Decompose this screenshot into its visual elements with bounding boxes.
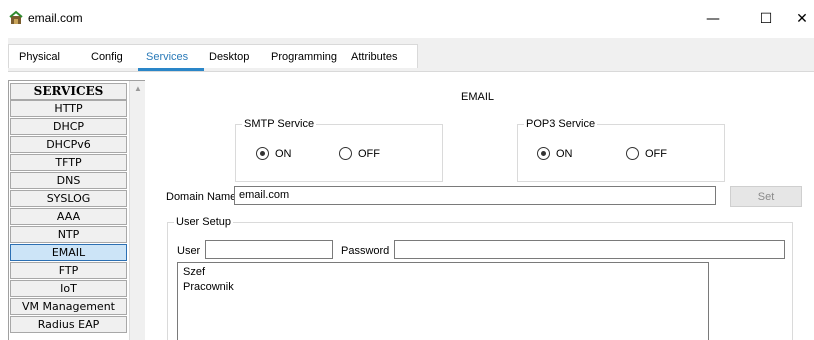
service-item-dhcpv6[interactable]: DHCPv6 (10, 136, 127, 153)
pop3-on-radio[interactable]: ON (537, 147, 573, 160)
minimize-button[interactable]: — (690, 0, 736, 38)
smtp-on-label: ON (275, 147, 292, 160)
service-item-iot[interactable]: IoT (10, 280, 127, 297)
service-item-dns[interactable]: DNS (10, 172, 127, 189)
service-item-vm-management[interactable]: VM Management (10, 298, 127, 315)
network-device-icon (9, 10, 23, 24)
maximize-button[interactable]: ☐ (743, 0, 789, 38)
smtp-off-radio[interactable]: OFF (339, 147, 380, 160)
radio-checked-icon[interactable] (537, 147, 550, 160)
services-header: SERVICES (10, 83, 127, 100)
service-item-email[interactable]: EMAIL (10, 244, 127, 261)
list-item[interactable]: Szef (183, 266, 205, 278)
users-list[interactable]: Szef Pracownik (177, 262, 709, 340)
password-label: Password (341, 245, 390, 257)
tab-desktop[interactable]: Desktop (209, 51, 249, 63)
tab-services[interactable]: Services (146, 51, 188, 63)
services-list: SERVICES HTTP DHCP DHCPv6 TFTP DNS SYSLO… (8, 80, 145, 340)
set-button[interactable]: Set (730, 186, 802, 207)
domain-name-field[interactable]: email.com (234, 186, 716, 205)
pop3-service-legend: POP3 Service (524, 118, 598, 130)
radio-unchecked-icon[interactable] (339, 147, 352, 160)
password-field[interactable] (394, 240, 785, 259)
services-scrollbar[interactable]: ▲ (129, 81, 145, 340)
service-item-radius-eap[interactable]: Radius EAP (10, 316, 127, 333)
domain-name-label: Domain Name: (166, 191, 240, 203)
service-item-http[interactable]: HTTP (10, 100, 127, 117)
pop3-on-label: ON (556, 147, 573, 160)
radio-unchecked-icon[interactable] (626, 147, 639, 160)
close-button[interactable]: ✕ (790, 0, 814, 38)
radio-checked-icon[interactable] (256, 147, 269, 160)
service-item-dhcp[interactable]: DHCP (10, 118, 127, 135)
scroll-up-icon[interactable]: ▲ (134, 84, 142, 93)
user-setup-legend: User Setup (174, 216, 234, 228)
service-item-tftp[interactable]: TFTP (10, 154, 127, 171)
smtp-on-radio[interactable]: ON (256, 147, 292, 160)
user-label: User (177, 245, 201, 257)
service-item-ftp[interactable]: FTP (10, 262, 127, 279)
service-item-syslog[interactable]: SYSLOG (10, 190, 127, 207)
window-titlebar: email.com — ☐ ✕ (0, 0, 814, 38)
tab-attributes[interactable]: Attributes (351, 51, 397, 63)
service-item-aaa[interactable]: AAA (10, 208, 127, 225)
device-window: Physical Config Services Desktop Program… (8, 38, 814, 340)
tab-programming[interactable]: Programming (271, 51, 337, 63)
services-content: SERVICES HTTP DHCP DHCPv6 TFTP DNS SYSLO… (8, 71, 814, 340)
tab-bar: Physical Config Services Desktop Program… (8, 44, 418, 68)
window-title: email.com (28, 11, 83, 25)
tab-physical[interactable]: Physical (19, 51, 60, 63)
panel-title: EMAIL (461, 91, 495, 103)
service-item-ntp[interactable]: NTP (10, 226, 127, 243)
tab-config[interactable]: Config (91, 51, 123, 63)
smtp-off-label: OFF (358, 147, 380, 160)
user-field[interactable] (205, 240, 333, 259)
pop3-off-radio[interactable]: OFF (626, 147, 667, 160)
pop3-off-label: OFF (645, 147, 667, 160)
list-item[interactable]: Pracownik (183, 281, 234, 293)
smtp-service-legend: SMTP Service (242, 118, 317, 130)
